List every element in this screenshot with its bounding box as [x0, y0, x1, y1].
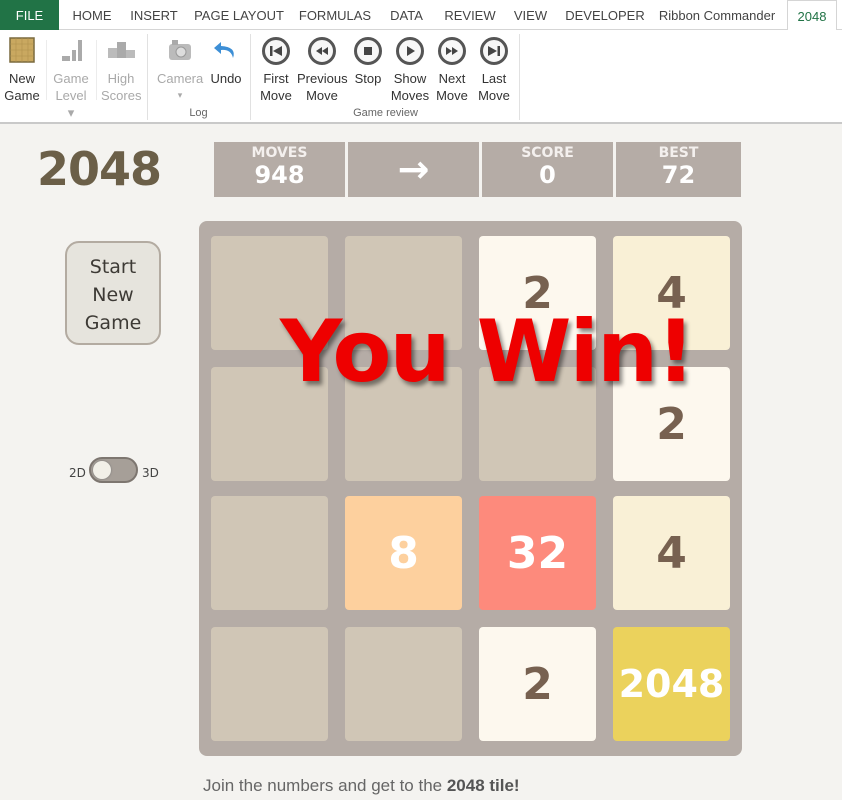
- first-move-label-2: Move: [260, 88, 292, 103]
- camera-icon: [165, 36, 195, 66]
- start-new-game-label-3: Game: [84, 312, 142, 334]
- high-scores-label-2: Scores: [101, 88, 142, 103]
- stop-icon: [353, 36, 383, 66]
- next-move-button[interactable]: Next Move: [434, 36, 470, 104]
- last-move-button[interactable]: Last Move: [476, 36, 512, 104]
- tab-review[interactable]: REVIEW: [440, 0, 500, 30]
- tile-8: 8: [345, 496, 462, 610]
- play-icon: [395, 36, 425, 66]
- score-label: SCORE: [521, 145, 574, 161]
- game-level-dropdown[interactable]: Game Level ▾: [52, 36, 90, 121]
- high-scores-label-1: High: [107, 71, 135, 86]
- next-move-label-2: Move: [436, 88, 468, 103]
- rewind-icon: [307, 36, 337, 66]
- fast-forward-icon: [437, 36, 467, 66]
- moves-value: 948: [254, 161, 305, 189]
- best-value: 72: [661, 161, 696, 189]
- win-overlay-text: You Win!: [280, 302, 695, 402]
- tile-2: 2: [479, 627, 596, 741]
- score-box: SCORE 0: [482, 142, 613, 197]
- show-moves-button[interactable]: Show Moves: [390, 36, 430, 104]
- stop-label: Stop: [354, 71, 382, 86]
- empty-cell: [345, 627, 462, 741]
- arrow-right-icon: →: [397, 147, 430, 191]
- skip-back-icon: [261, 36, 291, 66]
- tab-insert[interactable]: INSERT: [126, 0, 182, 30]
- game-level-label-2: Level ▾: [55, 88, 87, 120]
- high-scores-button[interactable]: High Scores: [101, 36, 141, 104]
- best-box: BEST 72: [616, 142, 741, 197]
- last-move-label-1: Last: [481, 71, 507, 86]
- camera-dropdown-arrow: ▾: [177, 90, 183, 100]
- show-moves-label-1: Show: [393, 71, 427, 86]
- empty-cell: [211, 627, 328, 741]
- undo-icon: [211, 36, 241, 66]
- toggle-knob[interactable]: [93, 461, 111, 479]
- tile-32: 32: [479, 496, 596, 610]
- previous-move-label-2: Move: [306, 88, 338, 103]
- first-move-label-1: First: [263, 71, 289, 86]
- show-moves-label-2: Moves: [390, 88, 430, 103]
- last-move-label-2: Move: [478, 88, 510, 103]
- tab-ribbon-commander[interactable]: Ribbon Commander: [655, 0, 779, 30]
- tab-page-layout[interactable]: PAGE LAYOUT: [192, 0, 286, 30]
- new-game-label-2: Game: [4, 88, 40, 103]
- empty-cell: [211, 496, 328, 610]
- start-new-game-label-1: Start: [89, 256, 137, 278]
- game-title: 2048: [37, 142, 162, 196]
- view-mode-toggle[interactable]: [89, 457, 138, 483]
- toggle-3d-label: 3D: [142, 466, 159, 480]
- camera-label: Camera: [157, 71, 204, 86]
- new-game-button[interactable]: New Game: [3, 36, 41, 104]
- moves-box: MOVES 948: [214, 142, 345, 197]
- instructions-text: Join the numbers and get to the 2048 til…: [203, 776, 520, 796]
- group-label-game-review: Game review: [353, 107, 418, 119]
- next-move-label-1: Next: [438, 71, 466, 86]
- tab-view[interactable]: VIEW: [508, 0, 553, 30]
- moves-label: MOVES: [251, 145, 308, 161]
- game-level-label-1: Game: [53, 71, 89, 86]
- instructions-bold: 2048 tile!: [446, 776, 520, 795]
- instructions-prefix: Join the numbers and get to the: [203, 776, 447, 795]
- ribbon-tabs: FILE HOME INSERT PAGE LAYOUT FORMULAS DA…: [0, 0, 842, 31]
- stop-button[interactable]: Stop: [352, 36, 384, 87]
- tile-4: 4: [613, 496, 730, 610]
- first-move-button[interactable]: First Move: [258, 36, 294, 104]
- tab-data[interactable]: DATA: [384, 0, 429, 30]
- best-label: BEST: [658, 145, 699, 161]
- toggle-2d-label: 2D: [69, 466, 86, 480]
- undo-button[interactable]: Undo: [208, 36, 244, 87]
- previous-move-label-1: Previous: [297, 71, 348, 86]
- tab-2048[interactable]: 2048: [787, 0, 837, 31]
- tab-file[interactable]: FILE: [0, 0, 59, 30]
- tile-2048: 2048: [613, 627, 730, 741]
- start-new-game-label-2: New: [92, 284, 134, 306]
- direction-box: →: [348, 142, 479, 197]
- ribbon: New Game Game Level ▾ High Scores Camera…: [0, 30, 842, 124]
- tab-formulas[interactable]: FORMULAS: [296, 0, 374, 30]
- bar-chart-icon: [56, 36, 86, 66]
- skip-forward-icon: [479, 36, 509, 66]
- new-game-label-1: New: [8, 71, 35, 86]
- tab-developer[interactable]: DEVELOPER: [564, 0, 646, 30]
- group-label-log: Log: [189, 107, 208, 119]
- tab-home[interactable]: HOME: [64, 0, 120, 30]
- score-value: 0: [539, 161, 556, 189]
- board-icon: [7, 36, 37, 66]
- previous-move-button[interactable]: Previous Move: [297, 36, 348, 104]
- podium-icon: [106, 36, 136, 66]
- start-new-game-button[interactable]: Start New Game: [65, 241, 161, 345]
- undo-label: Undo: [210, 71, 242, 86]
- camera-button[interactable]: Camera ▾: [157, 36, 203, 104]
